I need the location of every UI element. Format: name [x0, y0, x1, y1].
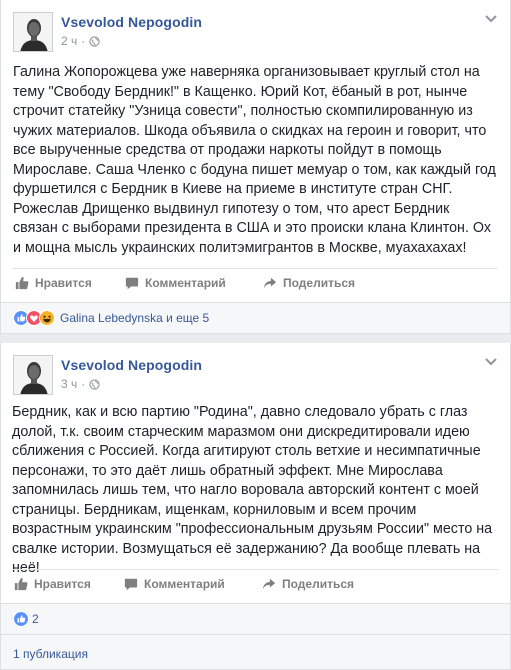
comment-button[interactable]: Комментарий	[125, 276, 226, 290]
thumbs-up-icon	[15, 276, 29, 290]
share-icon	[263, 277, 277, 289]
globe-icon	[89, 378, 100, 390]
publications-count[interactable]: 1 публикация	[0, 635, 511, 670]
globe-icon	[89, 35, 100, 47]
comment-label: Комментарий	[144, 577, 225, 591]
post-card: Vsevolod Nepogodin 2 ч · Галина Жопорожц…	[0, 0, 511, 302]
reactions-text[interactable]: Galina Lebedynska и еще 5	[60, 311, 209, 325]
like-button[interactable]: Нравится	[15, 276, 92, 290]
post-timestamp[interactable]: 2 ч	[61, 34, 77, 48]
author-name[interactable]: Vsevolod Nepogodin	[61, 14, 202, 30]
like-label: Нравится	[34, 577, 91, 591]
post-header: Vsevolod Nepogodin 3 ч ·	[1, 343, 510, 401]
share-label: Поделиться	[282, 577, 355, 591]
author-name[interactable]: Vsevolod Nepogodin	[61, 357, 202, 373]
like-button[interactable]: Нравится	[14, 577, 91, 591]
post-text: Бердник, как и всю партию "Родина", давн…	[12, 404, 493, 576]
post-meta: 2 ч ·	[61, 34, 100, 48]
comment-label: Комментарий	[145, 276, 226, 290]
like-reaction-icon	[13, 611, 29, 627]
reactions-summary[interactable]: 2	[0, 603, 511, 635]
share-button[interactable]: Поделиться	[262, 577, 354, 591]
post-meta: 3 ч ·	[61, 377, 100, 391]
share-button[interactable]: Поделиться	[263, 276, 355, 290]
comment-icon	[125, 277, 139, 290]
post-actions: Нравится Комментарий Поделиться	[12, 569, 499, 599]
author-avatar[interactable]	[13, 12, 53, 52]
post-actions: Нравится Комментарий Поделиться	[13, 268, 498, 298]
share-icon	[262, 578, 276, 590]
reactions-count[interactable]: 2	[32, 612, 39, 626]
chevron-down-icon[interactable]	[484, 14, 498, 24]
comment-button[interactable]: Комментарий	[124, 577, 225, 591]
haha-reaction-icon	[39, 310, 55, 326]
chevron-down-icon[interactable]	[484, 357, 498, 367]
post-timestamp[interactable]: 3 ч	[61, 377, 77, 391]
comment-icon	[124, 578, 138, 591]
post-header: Vsevolod Nepogodin 2 ч ·	[1, 0, 510, 58]
thumbs-up-icon	[14, 577, 28, 591]
post-text: Галина Жопорожцева уже наверняка организ…	[13, 64, 496, 256]
author-avatar[interactable]	[13, 355, 53, 395]
reactions-summary[interactable]: Galina Lebedynska и еще 5	[0, 302, 511, 334]
like-label: Нравится	[35, 276, 92, 290]
share-label: Поделиться	[283, 276, 356, 290]
